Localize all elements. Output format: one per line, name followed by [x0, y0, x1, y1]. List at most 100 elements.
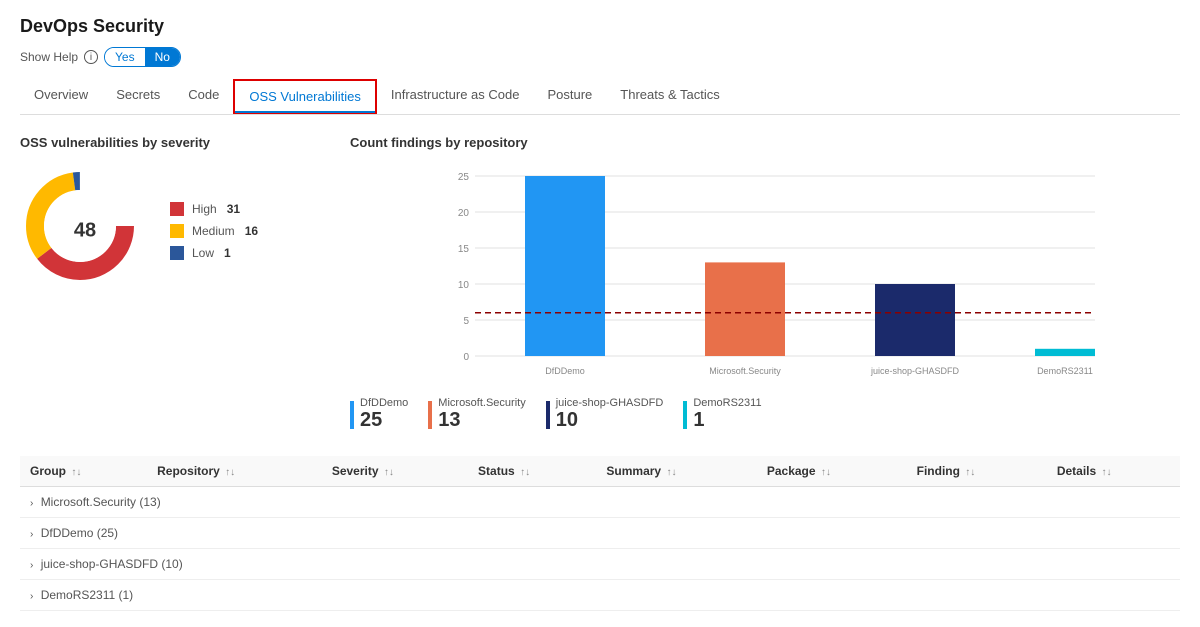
sort-details-icon[interactable]: ↑↓ — [1102, 467, 1112, 478]
repo-legend-microsoft: Microsoft.Security 13 — [428, 397, 525, 432]
bar-chart-svg: 25 20 15 10 5 0 — [350, 166, 1180, 386]
legend-high-value: 31 — [227, 202, 240, 216]
expand-chevron-2: › — [30, 560, 33, 571]
expand-chevron-0: › — [30, 498, 33, 509]
donut-center-value: 48 — [74, 220, 96, 243]
table-header-row: Group ↑↓ Repository ↑↓ Severity ↑↓ Statu… — [20, 456, 1180, 487]
repo-legend-count-demo: 1 — [693, 409, 761, 432]
table-row[interactable]: › juice-shop-GHASDFD (10) — [20, 549, 1180, 580]
tab-iac[interactable]: Infrastructure as Code — [377, 79, 534, 114]
repo-legend-name-microsoft: Microsoft.Security — [438, 397, 525, 409]
repo-legend-dfddemo: DfDDemo 25 — [350, 397, 408, 432]
repo-legend-bar-demo — [683, 401, 687, 429]
svg-text:juice-shop-GHASDFD: juice-shop-GHASDFD — [870, 366, 960, 376]
repo-legend-bar-dfddemo — [350, 401, 354, 429]
sort-severity-icon[interactable]: ↑↓ — [384, 467, 394, 478]
repo-legend-count-dfddemo: 25 — [360, 409, 408, 432]
tab-posture[interactable]: Posture — [533, 79, 606, 114]
svg-text:10: 10 — [458, 280, 470, 291]
sort-finding-icon[interactable]: ↑↓ — [965, 467, 975, 478]
legend-low-label: Low — [192, 246, 214, 260]
repo-legend-juice: juice-shop-GHASDFD 10 — [546, 397, 664, 432]
legend-medium-color — [170, 224, 184, 238]
bar-juice-shop[interactable] — [875, 284, 955, 356]
svg-text:Microsoft.Security: Microsoft.Security — [709, 366, 781, 376]
legend-medium: Medium 16 — [170, 224, 258, 238]
donut-container: 48 High 31 Medium 16 Low — [20, 166, 320, 296]
svg-text:DemoRS2311: DemoRS2311 — [1037, 366, 1093, 376]
donut-legend: High 31 Medium 16 Low 1 — [170, 202, 258, 260]
tab-code[interactable]: Code — [174, 79, 233, 114]
repo-legend-name-juice: juice-shop-GHASDFD — [556, 397, 664, 409]
tab-overview[interactable]: Overview — [20, 79, 102, 114]
col-package: Package ↑↓ — [757, 456, 907, 487]
donut-chart: 48 — [20, 166, 150, 296]
info-icon[interactable]: i — [84, 50, 98, 64]
nav-tabs: Overview Secrets Code OSS Vulnerabilitie… — [20, 79, 1180, 115]
expand-chevron-3: › — [30, 591, 33, 602]
sort-package-icon[interactable]: ↑↓ — [821, 467, 831, 478]
sort-repository-icon[interactable]: ↑↓ — [225, 467, 235, 478]
table-row[interactable]: › DemoRS2311 (1) — [20, 580, 1180, 611]
vulnerabilities-table: Group ↑↓ Repository ↑↓ Severity ↑↓ Statu… — [20, 456, 1180, 611]
sort-group-icon[interactable]: ↑↓ — [71, 467, 81, 478]
repo-legend-name-demo: DemoRS2311 — [693, 397, 761, 409]
svg-text:20: 20 — [458, 208, 470, 219]
toggle-yes[interactable]: Yes — [105, 48, 145, 66]
repo-legend: DfDDemo 25 Microsoft.Security 13 — [350, 397, 1180, 432]
svg-text:0: 0 — [463, 352, 469, 363]
col-details: Details ↑↓ — [1047, 456, 1180, 487]
col-finding: Finding ↑↓ — [907, 456, 1047, 487]
col-summary: Summary ↑↓ — [596, 456, 756, 487]
repo-legend-count-juice: 10 — [556, 409, 664, 432]
legend-low-value: 1 — [224, 246, 231, 260]
show-help-label: Show Help — [20, 50, 78, 64]
col-status: Status ↑↓ — [468, 456, 596, 487]
svg-text:5: 5 — [463, 316, 469, 327]
repo-legend-bar-microsoft — [428, 401, 432, 429]
legend-low-color — [170, 246, 184, 260]
toggle-no[interactable]: No — [145, 48, 180, 66]
main-content: OSS vulnerabilities by severity 48 — [20, 135, 1180, 432]
page-title: DevOps Security — [20, 16, 1180, 37]
sort-status-icon[interactable]: ↑↓ — [520, 467, 530, 478]
donut-title: OSS vulnerabilities by severity — [20, 135, 320, 150]
table-row[interactable]: › DfDDemo (25) — [20, 518, 1180, 549]
repo-legend-name-dfddemo: DfDDemo — [360, 397, 408, 409]
expand-chevron-1: › — [30, 529, 33, 540]
show-help-row: Show Help i Yes No — [20, 47, 1180, 67]
col-repository: Repository ↑↓ — [147, 456, 322, 487]
sort-summary-icon[interactable]: ↑↓ — [666, 467, 676, 478]
bar-dfddemo[interactable] — [525, 176, 605, 356]
bar-demors2311[interactable] — [1035, 349, 1095, 356]
donut-panel: OSS vulnerabilities by severity 48 — [20, 135, 320, 432]
legend-high-label: High — [192, 202, 217, 216]
data-table-container: Group ↑↓ Repository ↑↓ Severity ↑↓ Statu… — [20, 456, 1180, 611]
bar-microsoft-security[interactable] — [705, 262, 785, 356]
row-label-3: DemoRS2311 (1) — [41, 588, 133, 602]
col-severity: Severity ↑↓ — [322, 456, 468, 487]
row-label-0: Microsoft.Security (13) — [41, 495, 161, 509]
table-row[interactable]: › Microsoft.Security (13) — [20, 487, 1180, 518]
legend-low: Low 1 — [170, 246, 258, 260]
legend-high-color — [170, 202, 184, 216]
svg-text:15: 15 — [458, 244, 470, 255]
tab-threats[interactable]: Threats & Tactics — [606, 79, 733, 114]
bar-chart-area: 25 20 15 10 5 0 — [350, 166, 1180, 432]
bar-chart-panel: Count findings by repository 25 20 15 10 — [350, 135, 1180, 432]
repo-legend-bar-juice — [546, 401, 550, 429]
svg-text:DfDDemo: DfDDemo — [545, 366, 585, 376]
tab-oss[interactable]: OSS Vulnerabilities — [233, 79, 377, 114]
legend-medium-label: Medium — [192, 224, 235, 238]
legend-high: High 31 — [170, 202, 258, 216]
repo-legend-count-microsoft: 13 — [438, 409, 525, 432]
svg-text:25: 25 — [458, 172, 470, 183]
col-group: Group ↑↓ — [20, 456, 147, 487]
bar-chart-title: Count findings by repository — [350, 135, 1180, 150]
repo-legend-demo: DemoRS2311 1 — [683, 397, 761, 432]
help-toggle[interactable]: Yes No — [104, 47, 181, 67]
row-label-1: DfDDemo (25) — [41, 526, 118, 540]
tab-secrets[interactable]: Secrets — [102, 79, 174, 114]
legend-medium-value: 16 — [245, 224, 258, 238]
row-label-2: juice-shop-GHASDFD (10) — [41, 557, 183, 571]
